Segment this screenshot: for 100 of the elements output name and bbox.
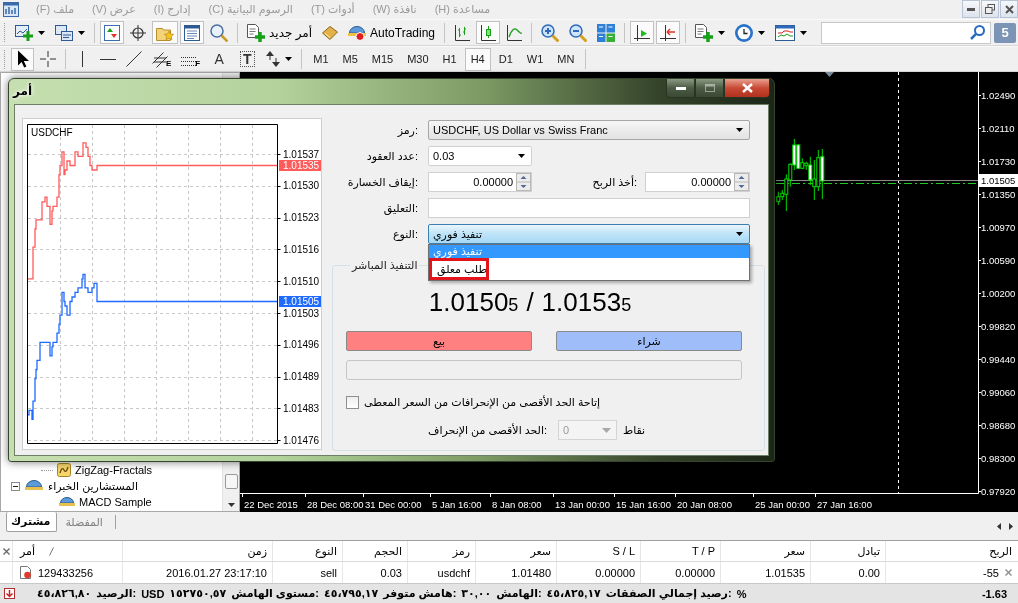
toolbar-button[interactable] — [476, 21, 500, 44]
stop-loss-field[interactable]: 0.00000 — [428, 172, 532, 192]
timeframe-button[interactable]: W1 — [520, 47, 550, 71]
search-field[interactable] — [821, 21, 991, 44]
price-axis-label: 0.98680 — [981, 420, 1016, 431]
tree-item[interactable]: ZigZag-Fractals — [75, 464, 153, 476]
close-button[interactable] — [724, 79, 770, 98]
caret-icon — [736, 232, 743, 236]
column-header[interactable]: أمر — [20, 544, 36, 558]
time-axis-label: 15 Jan 16:00 — [616, 499, 671, 510]
scrollbar-thumb[interactable] — [224, 474, 238, 489]
caret-icon — [800, 30, 807, 35]
vertical-line-icon — [81, 51, 84, 67]
column-header[interactable]: رمز — [452, 544, 470, 558]
table-cell: sell — [320, 566, 337, 579]
list-window-icon — [184, 24, 200, 41]
minus-box-icon[interactable] — [11, 481, 20, 491]
price-axis-label: 1.01730 — [981, 156, 1016, 167]
tree-item[interactable]: MACD Sample — [79, 496, 152, 508]
comment-field[interactable] — [428, 198, 750, 218]
dropdown-option[interactable]: طلب معلق — [429, 258, 749, 280]
panel-tab[interactable]: مشترك — [6, 512, 58, 532]
timeframe-button[interactable]: M15 — [365, 47, 400, 71]
scroll-right-icon[interactable] — [1009, 522, 1013, 530]
summary-text: ١٥٢٧٥٠,٥٧ — [169, 587, 227, 600]
column-header[interactable]: تبادل — [857, 544, 880, 558]
close-icon[interactable] — [2, 547, 10, 555]
summary-text: ٣٠,٠٠ — [461, 587, 492, 600]
field-label: التعليق: — [382, 201, 418, 215]
column-header[interactable]: سعر — [784, 544, 805, 558]
column-header[interactable]: S / L — [612, 545, 635, 557]
price-separator: / — [526, 287, 534, 317]
unit-label: نقاط — [623, 423, 646, 437]
down-arrow-icon — [4, 588, 15, 599]
minimize-icon — [675, 86, 686, 90]
column-header[interactable]: النوع — [315, 544, 337, 558]
axis-tick-label: 1.01483 — [283, 402, 320, 414]
time-axis-label: 25 Jan 00:00 — [755, 499, 810, 510]
sort-icon[interactable] — [49, 546, 55, 556]
column-header[interactable]: زمن — [247, 544, 267, 558]
minimize-button[interactable] — [666, 79, 695, 98]
price-axis-label: 1.01350 — [981, 189, 1016, 200]
price-axis-label: 1.00590 — [981, 255, 1016, 266]
timeframe-button[interactable]: M1 — [307, 47, 335, 71]
minimize-icon — [967, 7, 975, 11]
panel-tab[interactable]: المفضلة — [57, 512, 111, 532]
close-icon[interactable] — [1005, 569, 1012, 576]
take-profit-field[interactable]: 0.00000 — [645, 172, 750, 192]
timeframe-button[interactable]: D1 — [492, 47, 519, 71]
restore-button[interactable] — [981, 0, 999, 18]
parallel-lines-icon — [152, 51, 168, 68]
timeframe-button[interactable]: M30 — [401, 47, 435, 71]
text-tool-button[interactable]: A — [206, 47, 233, 71]
cap-icon — [59, 496, 75, 508]
toolbar-button[interactable] — [630, 21, 654, 44]
time-axis-label: 27 Jan 16:00 — [817, 499, 872, 510]
timeframe-button[interactable]: M5 — [336, 47, 364, 71]
column-header[interactable]: T / P — [691, 545, 715, 557]
caret-icon — [718, 30, 725, 35]
symbol-dropdown[interactable]: USDCHF, US Dollar vs Swiss Franc — [428, 120, 750, 140]
bar-chart-icon — [454, 24, 470, 41]
column-header[interactable]: الربح — [989, 544, 1012, 558]
field-label: عدد العقود: — [365, 149, 418, 163]
field-label: النوع: — [391, 227, 418, 241]
checkbox-label[interactable]: إتاحة الحد الأقصى من الإنحرافات من السعر المعطى — [364, 395, 601, 409]
spinner-icon[interactable] — [734, 173, 749, 191]
toolbar-text-button[interactable]: أمر جديد — [243, 21, 317, 44]
scroll-down-icon[interactable] — [227, 503, 235, 507]
axis-tick-label: 1.01503 — [283, 307, 320, 319]
time-axis-label: 13 Jan 00:00 — [555, 499, 610, 510]
checkbox[interactable] — [346, 395, 359, 409]
toolbar-text-button[interactable]: AutoTrading — [344, 21, 439, 44]
tree-item[interactable]: المستشارين الخبراء — [48, 479, 138, 493]
field-label: الحد الأقصى من الإنحراف: — [428, 423, 547, 437]
volume-dropdown[interactable]: 0.03 — [428, 146, 532, 166]
toolbar-button[interactable] — [656, 21, 680, 44]
axis-tick-label: 1.01516 — [283, 243, 320, 255]
toolbar-button[interactable]: F — [177, 47, 205, 71]
total-profit: -1.63 — [981, 587, 1007, 600]
caret-icon — [602, 427, 611, 433]
time-axis-label: 20 Jan 08:00 — [677, 499, 732, 510]
tile-windows-icon — [597, 23, 615, 42]
sell-button[interactable]: بيع — [346, 331, 532, 351]
order-type-dropdown[interactable]: تنفيذ فوري — [428, 224, 750, 244]
toolbar-button[interactable] — [11, 47, 34, 71]
toolbar-button[interactable]: E — [148, 47, 176, 71]
toolbar-button[interactable] — [180, 21, 204, 44]
column-header[interactable]: الحجم — [374, 544, 402, 558]
buy-button[interactable]: شراء — [556, 331, 742, 351]
timeframe-button[interactable]: MN — [551, 47, 581, 71]
axis-tick-label: 1.01510 — [283, 275, 320, 287]
column-header[interactable]: سعر — [530, 544, 551, 558]
label-tool-button[interactable]: T — [234, 47, 261, 71]
chart-shift-icon[interactable] — [825, 72, 834, 77]
spinner-icon[interactable] — [516, 173, 531, 191]
scroll-left-icon[interactable] — [997, 522, 1001, 530]
timeframe-button[interactable]: H1 — [436, 47, 463, 71]
axis-tick-label: 1.01537 — [283, 148, 320, 160]
price-axis-label: 0.99820 — [981, 321, 1016, 332]
timeframe-button[interactable]: H4 — [464, 47, 491, 71]
